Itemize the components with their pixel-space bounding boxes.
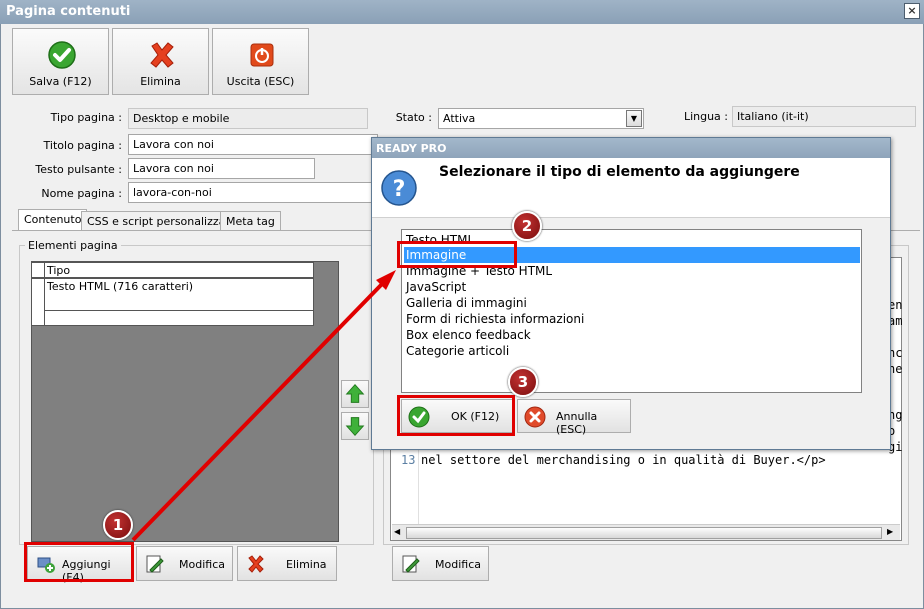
highlight-add-button <box>24 542 134 582</box>
step-badge-2: 2 <box>512 211 542 241</box>
step-badge-1: 1 <box>103 510 133 540</box>
highlight-ok-button <box>397 395 515 436</box>
annotation-arrow <box>131 270 396 542</box>
highlight-immagine <box>397 241 517 268</box>
step-badge-3: 3 <box>508 367 538 397</box>
